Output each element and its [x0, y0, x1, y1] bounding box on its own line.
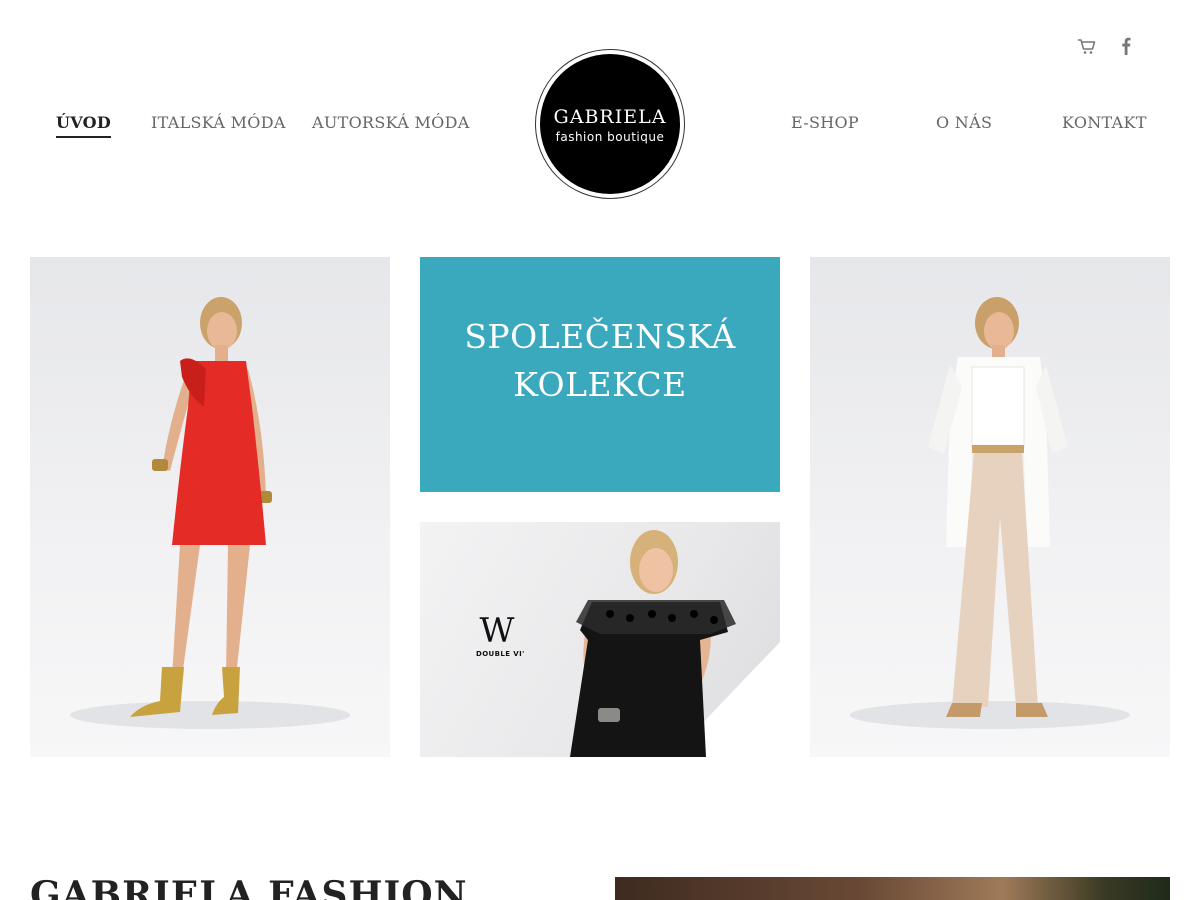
photo-white-jacket[interactable] — [810, 257, 1170, 757]
brand-logo-sub: DOUBLE VI' — [476, 650, 525, 658]
black-dress-illustration — [570, 530, 780, 757]
brand-logo-double-vi: W DOUBLE VI' — [476, 611, 525, 658]
promo-tile-spolecenska-kolekce[interactable]: SPOLEČENSKÁ KOLEKCE — [420, 257, 780, 492]
red-dress-illustration — [70, 297, 350, 729]
white-jacket-illustration — [850, 297, 1130, 729]
facebook-icon[interactable] — [1116, 36, 1136, 56]
nav-item-eshop[interactable]: E-SHOP — [791, 113, 859, 132]
brand-logo-w: W — [479, 611, 515, 651]
section-photo — [615, 877, 1170, 900]
section-title: GABRIELA FASHION — [30, 874, 468, 900]
site-header: ÚVOD ITALSKÁ MÓDA AUTORSKÁ MÓDA GABRIELA… — [0, 0, 1200, 230]
photo-red-dress[interactable] — [30, 257, 390, 757]
photo-black-dress-brand[interactable]: W DOUBLE VI' — [420, 522, 780, 757]
promo-title-line2: KOLEKCE — [513, 365, 687, 404]
promo-title-line1: SPOLEČENSKÁ — [464, 317, 736, 356]
cart-icon[interactable] — [1077, 36, 1097, 56]
logo-name: GABRIELA — [553, 106, 667, 128]
nav-item-italska-moda[interactable]: ITALSKÁ MÓDA — [151, 113, 286, 132]
logo[interactable]: GABRIELA fashion boutique — [540, 54, 680, 194]
logo-tagline: fashion boutique — [555, 130, 665, 144]
nav-item-uvod[interactable]: ÚVOD — [56, 113, 112, 138]
nav-item-autorska-moda[interactable]: AUTORSKÁ MÓDA — [312, 113, 470, 132]
promo-title: SPOLEČENSKÁ KOLEKCE — [420, 313, 780, 409]
nav-item-kontakt[interactable]: KONTAKT — [1062, 113, 1147, 132]
nav-item-o-nas[interactable]: O NÁS — [936, 113, 992, 132]
